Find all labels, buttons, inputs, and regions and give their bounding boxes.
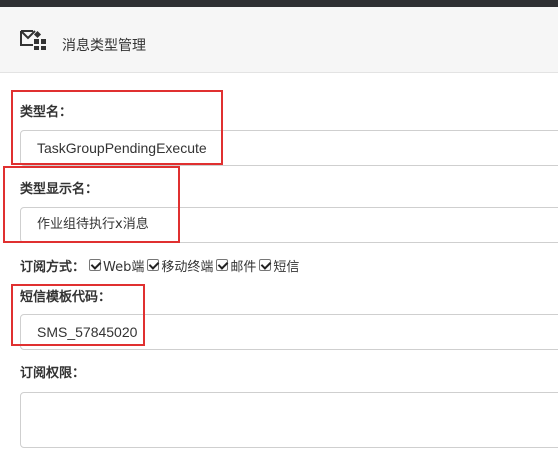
top-bar xyxy=(0,0,558,7)
subscription-option-web[interactable]: Web端 xyxy=(89,256,144,275)
sms-template-label: 短信模板代码： xyxy=(20,290,112,305)
subscription-option-mobile[interactable]: 移动终端 xyxy=(147,256,213,275)
page-title: 消息类型管理 xyxy=(62,38,146,54)
page-header: 消息类型管理 xyxy=(0,7,558,73)
subscription-label: 订阅方式： xyxy=(20,259,86,275)
type-name-input[interactable]: TaskGroupPendingExecute xyxy=(20,130,558,166)
checkbox-checked[interactable] xyxy=(259,259,272,271)
checkbox-checked[interactable] xyxy=(216,259,229,271)
option-label: 移动终端 xyxy=(161,259,214,275)
checkbox-checked[interactable] xyxy=(147,259,160,271)
option-label: 邮件 xyxy=(230,259,257,275)
display-name-label: 类型显示名： xyxy=(20,182,99,197)
permission-label: 订阅权限： xyxy=(20,366,86,381)
subscription-option-sms[interactable]: 短信 xyxy=(259,256,299,275)
subscription-row: 订阅方式： Web端 移动终端 邮件 短信 xyxy=(20,255,302,275)
checkbox-checked[interactable] xyxy=(89,259,102,271)
sms-template-input[interactable]: SMS_57845020 xyxy=(20,314,558,350)
display-name-input[interactable]: 作业组待执行x消息 xyxy=(20,207,558,243)
message-type-icon xyxy=(20,30,46,50)
subscription-option-email[interactable]: 邮件 xyxy=(216,256,256,275)
option-label: 短信 xyxy=(273,259,300,275)
type-name-label: 类型名： xyxy=(20,105,73,120)
option-label: Web端 xyxy=(103,259,145,275)
permission-textarea[interactable] xyxy=(20,392,558,448)
